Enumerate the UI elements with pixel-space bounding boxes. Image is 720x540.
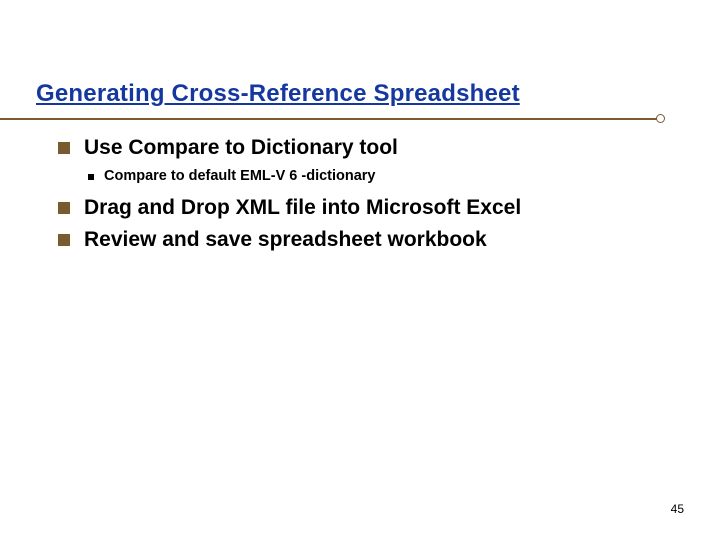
bullet-level1: Use Compare to Dictionary tool: [58, 136, 684, 160]
sub-bullet-text: Compare to default EML-V 6 -dictionary: [104, 168, 376, 184]
slide: Generating Cross-Reference Spreadsheet U…: [0, 0, 720, 540]
square-bullet-icon: [58, 202, 70, 214]
small-square-bullet-icon: [88, 174, 94, 180]
slide-content: Use Compare to Dictionary tool Compare t…: [36, 136, 684, 252]
sub-list: Compare to default EML-V 6 -dictionary: [88, 168, 684, 184]
bullet-level1: Review and save spreadsheet workbook: [58, 228, 684, 252]
title-rule: [0, 114, 720, 124]
bullet-text: Use Compare to Dictionary tool: [84, 136, 398, 160]
bullet-text: Drag and Drop XML file into Microsoft Ex…: [84, 196, 521, 220]
slide-title: Generating Cross-Reference Spreadsheet: [36, 80, 684, 108]
title-rule-line: [0, 118, 660, 120]
title-rule-endcap: [656, 114, 665, 123]
bullet-level1: Drag and Drop XML file into Microsoft Ex…: [58, 196, 684, 220]
page-number: 45: [671, 502, 684, 516]
square-bullet-icon: [58, 234, 70, 246]
bullet-text: Review and save spreadsheet workbook: [84, 228, 487, 252]
bullet-level2: Compare to default EML-V 6 -dictionary: [88, 168, 684, 184]
square-bullet-icon: [58, 142, 70, 154]
